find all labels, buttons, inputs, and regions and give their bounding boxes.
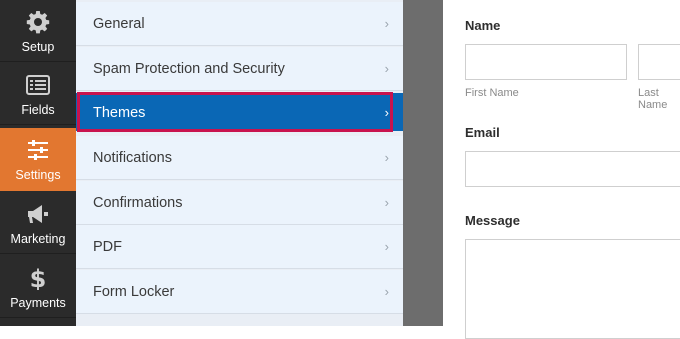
menu-item-label: General bbox=[93, 16, 145, 32]
settings-menu-item-general[interactable]: General › bbox=[76, 2, 403, 46]
email-field-label: Email bbox=[465, 125, 500, 140]
chevron-right-icon: › bbox=[384, 195, 389, 210]
svg-text:$: $ bbox=[30, 266, 47, 290]
chevron-right-icon: › bbox=[384, 150, 389, 165]
chevron-right-icon: › bbox=[384, 61, 389, 76]
menu-item-label: Notifications bbox=[93, 150, 172, 166]
sidebar-item-payments[interactable]: $ Payments bbox=[0, 256, 76, 318]
megaphone-icon bbox=[28, 205, 48, 223]
message-field-label: Message bbox=[465, 213, 520, 228]
menu-item-label: Confirmations bbox=[93, 195, 183, 211]
chevron-right-icon: › bbox=[384, 239, 389, 254]
menu-item-label: Spam Protection and Security bbox=[93, 61, 285, 77]
settings-menu-item-notifications[interactable]: Notifications › bbox=[76, 136, 403, 180]
first-name-sublabel: First Name bbox=[465, 87, 519, 99]
sidebar-item-marketing[interactable]: Marketing bbox=[0, 192, 76, 254]
sidebar-item-label: Settings bbox=[15, 168, 61, 182]
name-field-label: Name bbox=[465, 18, 501, 33]
menu-item-label: PDF bbox=[93, 239, 122, 255]
sidebar-item-fields[interactable]: Fields bbox=[0, 63, 76, 125]
menu-item-label: Themes bbox=[93, 105, 146, 121]
email-input[interactable] bbox=[465, 151, 680, 187]
gear-icon bbox=[26, 11, 50, 34]
last-name-input[interactable] bbox=[638, 44, 680, 80]
list-icon bbox=[26, 75, 50, 95]
sidebar-item-label: Fields bbox=[21, 103, 55, 117]
sidebar-item-label: Marketing bbox=[10, 232, 66, 246]
dollar-icon: $ bbox=[30, 266, 47, 290]
settings-menu-item-spam-protection[interactable]: Spam Protection and Security › bbox=[76, 47, 403, 91]
last-name-sublabel: Last Name bbox=[638, 87, 668, 111]
settings-menu-item-confirmations[interactable]: Confirmations › bbox=[76, 181, 403, 225]
sidebar-item-settings[interactable]: Settings bbox=[0, 128, 76, 191]
panel-separator bbox=[403, 0, 443, 326]
settings-menu-panel: General › Spam Protection and Security ›… bbox=[76, 0, 414, 326]
sidebar-item-label: Payments bbox=[10, 296, 66, 310]
form-preview: Name First Name Last Name Email Message bbox=[443, 0, 680, 339]
sliders-icon bbox=[28, 140, 48, 160]
sidebar-item-setup[interactable]: Setup bbox=[0, 0, 76, 62]
chevron-right-icon: › bbox=[384, 284, 389, 299]
chevron-right-icon: › bbox=[384, 105, 389, 120]
first-name-input[interactable] bbox=[465, 44, 627, 80]
settings-menu-item-pdf[interactable]: PDF › bbox=[76, 225, 403, 269]
builder-sidebar: Setup Fields Settings Marketing $ Paymen… bbox=[0, 0, 76, 326]
settings-menu-item-form-locker[interactable]: Form Locker › bbox=[76, 270, 403, 314]
settings-menu-item-themes[interactable]: Themes › bbox=[76, 93, 403, 131]
menu-item-label: Form Locker bbox=[93, 284, 175, 300]
message-textarea[interactable] bbox=[465, 239, 680, 339]
sidebar-item-label: Setup bbox=[21, 40, 55, 54]
chevron-right-icon: › bbox=[384, 16, 389, 31]
